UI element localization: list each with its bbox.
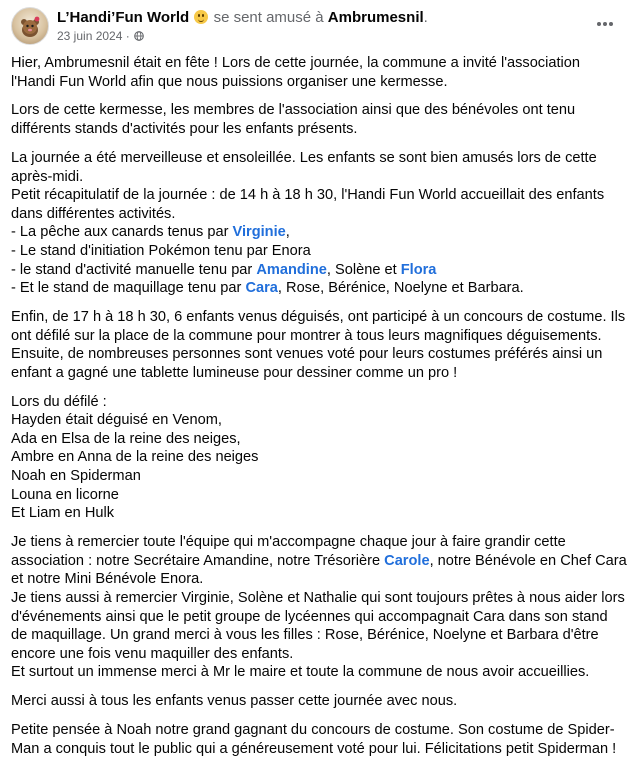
- paragraph-text: Et Liam en Hulk: [11, 505, 115, 522]
- paragraph-text: Ada en Elsa de la reine des neiges,: [11, 430, 241, 447]
- meta-separator: ·: [122, 29, 134, 43]
- paragraph-text: Lors de cette kermesse, les membres de l…: [11, 102, 576, 138]
- page-avatar[interactable]: [11, 7, 49, 45]
- paragraph-text: Enfin, de 17 h à 18 h 30, 6 enfants venu…: [11, 309, 626, 381]
- post-header: L’Handi’Fun World se sent amusé à Ambrum…: [0, 0, 637, 50]
- facebook-post: L’Handi’Fun World se sent amusé à Ambrum…: [0, 0, 637, 757]
- post-paragraph: Petite pensée à Noah notre grand gagnant…: [11, 721, 627, 758]
- paragraph-text: La journée a été merveilleuse et ensolei…: [11, 149, 597, 185]
- paragraph-text: , Solène et: [326, 261, 401, 278]
- more-options-icon[interactable]: [593, 14, 617, 34]
- paragraph-text: Hier, Ambrumesnil était en fête ! Lors d…: [11, 55, 580, 90]
- post-body: Hier, Ambrumesnil était en fête ! Lors d…: [11, 54, 627, 769]
- post-meta: 23 juin 2024 ·: [57, 29, 144, 43]
- mention-link[interactable]: Virginie: [232, 224, 285, 240]
- post-paragraph: Lors de cette kermesse, les membres de l…: [11, 101, 627, 138]
- post-paragraph: La journée a été merveilleuse et ensolei…: [11, 149, 627, 298]
- mention-link[interactable]: Amandine: [256, 262, 327, 278]
- paragraph-text: , Rose, Bérénice, Noelyne et Barbara.: [277, 280, 524, 297]
- post-paragraph: Merci aussi à tous les enfants venus pas…: [11, 692, 627, 711]
- feeling-text: se sent amusé à: [213, 9, 324, 26]
- mention-link[interactable]: Carole: [384, 553, 429, 569]
- post-paragraph: Enfin, de 17 h à 18 h 30, 6 enfants venu…: [11, 308, 627, 382]
- mention-link[interactable]: Flora: [401, 262, 437, 278]
- header-period: .: [423, 9, 428, 26]
- paragraph-text: Et surtout un immense merci à Mr le mair…: [11, 664, 590, 681]
- paragraph-text: ,: [285, 224, 290, 241]
- paragraph-text: - La pêche aux canards tenus par: [11, 224, 233, 241]
- globe-icon: [134, 31, 144, 41]
- author-name[interactable]: L’Handi’Fun World: [57, 9, 189, 26]
- mention-link[interactable]: Cara: [245, 280, 277, 296]
- location-link[interactable]: Ambrumesnil: [328, 9, 424, 26]
- post-paragraph: Lors du défilé : Hayden était déguisé en …: [11, 393, 627, 523]
- post-date[interactable]: 23 juin 2024: [57, 29, 122, 43]
- avatar-mascot-icon: [21, 16, 40, 37]
- post-header-line: L’Handi’Fun World se sent amusé à Ambrum…: [57, 9, 428, 27]
- paragraph-text: - Et le stand de maquillage tenu par: [11, 280, 246, 297]
- paragraph-text: Louna en licorne: [11, 486, 119, 503]
- paragraph-text: Lors du défilé :: [11, 393, 107, 410]
- post-paragraph: Hier, Ambrumesnil était en fête ! Lors d…: [11, 54, 627, 91]
- paragraph-text: Merci aussi à tous les enfants venus pas…: [11, 693, 458, 710]
- paragraph-text: Petite pensée à Noah notre grand gagnant…: [11, 722, 617, 757]
- paragraph-text: Hayden était déguisé en Venom,: [11, 412, 222, 429]
- smiley-icon: [194, 10, 209, 24]
- post-paragraph: Je tiens à remercier toute l'équipe qui …: [11, 533, 627, 682]
- paragraph-text: - le stand d'activité manuelle tenu par: [11, 261, 257, 278]
- paragraph-text: Ambre en Anna de la reine des neiges: [11, 449, 259, 466]
- paragraph-text: Petit récapitulatif de la journée : de 1…: [11, 187, 605, 222]
- paragraph-text: Noah en Spiderman: [11, 468, 141, 485]
- paragraph-text: - Le stand d'initiation Pokémon tenu par…: [11, 242, 311, 259]
- paragraph-text: Je tiens aussi à remercier Virginie, Sol…: [11, 589, 625, 662]
